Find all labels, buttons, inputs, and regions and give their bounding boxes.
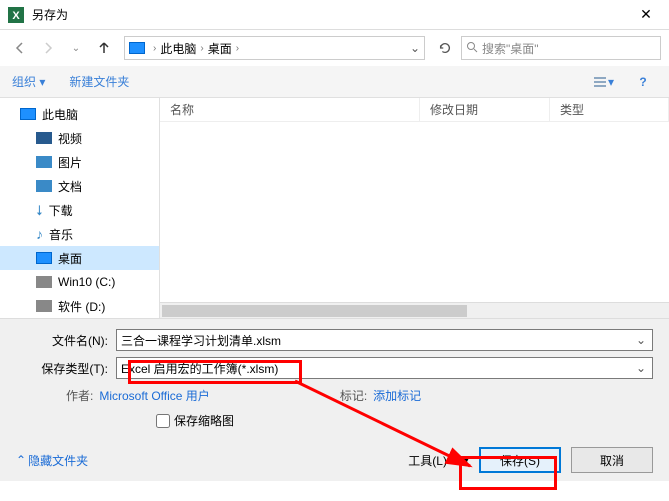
sidebar-item-drive-d[interactable]: 软件 (D:) [0,294,159,318]
disk-icon [36,276,52,288]
view-button[interactable]: ▾ [589,71,617,93]
sidebar: 此电脑 视频 图片 文档 ⭣下载 ♪音乐 桌面 Win10 (C:) 软件 (D… [0,98,160,318]
monitor-icon [20,108,36,120]
author-value[interactable]: Microsoft Office 用户 [99,387,209,404]
thumbnail-label: 保存缩略图 [174,412,234,429]
column-type[interactable]: 类型 [550,98,669,121]
column-date[interactable]: 修改日期 [420,98,550,121]
breadcrumb-current[interactable]: 桌面 [208,40,232,57]
sidebar-item-this-pc[interactable]: 此电脑 [0,102,159,126]
filetype-label: 保存类型(T): [16,360,116,377]
horizontal-scrollbar[interactable] [160,302,669,318]
tags-label: 标记: [340,387,367,404]
chevron-icon[interactable]: › [153,43,156,54]
file-list[interactable]: 名称 修改日期 类型 [160,98,669,318]
excel-icon: X [8,7,24,23]
refresh-button[interactable] [433,36,457,60]
help-button[interactable]: ? [629,71,657,93]
sidebar-item-pictures[interactable]: 图片 [0,150,159,174]
search-placeholder: 搜索"桌面" [482,40,539,57]
sidebar-item-music[interactable]: ♪音乐 [0,222,159,246]
filename-input[interactable]: 三合一课程学习计划清单.xlsm [116,329,653,351]
organize-button[interactable]: 组织 ▾ [12,73,45,90]
sidebar-item-documents[interactable]: 文档 [0,174,159,198]
up-button[interactable] [92,36,116,60]
picture-icon [36,156,52,168]
sidebar-item-desktop[interactable]: 桌面 [0,246,159,270]
thumbnail-checkbox[interactable] [156,414,170,428]
filetype-dropdown[interactable]: Excel 启用宏的工作簿(*.xlsm) [116,357,653,379]
tags-value[interactable]: 添加标记 [373,387,421,404]
save-button[interactable]: 保存(S) [479,447,561,473]
new-folder-button[interactable]: 新建文件夹 [69,73,129,90]
monitor-icon [129,42,145,54]
svg-text:X: X [12,10,20,22]
address-dropdown[interactable]: ⌄ [410,41,420,55]
sidebar-item-videos[interactable]: 视频 [0,126,159,150]
film-icon [36,132,52,144]
sidebar-item-drive-c[interactable]: Win10 (C:) [0,270,159,294]
filename-label: 文件名(N): [16,332,116,349]
forward-button[interactable] [36,36,60,60]
music-icon: ♪ [36,228,43,240]
close-button[interactable]: ✕ [631,6,661,23]
author-label: 作者: [66,387,93,404]
download-icon: ⭣ [36,204,43,216]
desktop-icon [36,252,52,264]
address-bar[interactable]: › 此电脑 › 桌面 › ⌄ [124,36,425,60]
recent-dropdown[interactable]: ⌄ [64,36,88,60]
search-input[interactable]: 搜索"桌面" [461,36,661,60]
chevron-icon[interactable]: › [236,43,239,54]
search-icon [466,41,478,56]
disk-icon [36,300,52,312]
chevron-icon[interactable]: › [200,43,203,54]
column-headers: 名称 修改日期 类型 [160,98,669,122]
cancel-button[interactable]: 取消 [571,447,653,473]
sidebar-item-downloads[interactable]: ⭣下载 [0,198,159,222]
chevron-up-icon: ⌃ [16,453,26,467]
document-icon [36,180,52,192]
breadcrumb-root[interactable]: 此电脑 [160,40,196,57]
column-name[interactable]: 名称 [160,98,420,121]
hide-folders-link[interactable]: ⌃隐藏文件夹 [16,452,88,469]
tools-dropdown[interactable]: 工具(L)▾ [408,452,469,469]
back-button[interactable] [8,36,32,60]
window-title: 另存为 [32,6,631,23]
